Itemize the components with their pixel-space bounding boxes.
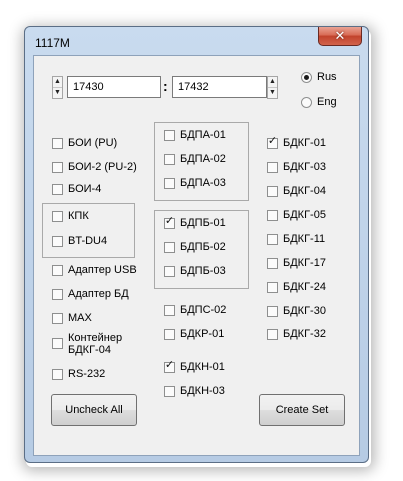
title-bar[interactable]: 1117M ✕ <box>25 27 368 55</box>
radio-label: Rus <box>317 71 337 83</box>
close-icon: ✕ <box>334 28 346 43</box>
radio-label: Eng <box>317 96 337 108</box>
spin-up-icon[interactable]: ▲ <box>268 77 277 88</box>
spin-down-icon[interactable]: ▼ <box>53 88 62 98</box>
check-icon: ✓ <box>267 135 278 147</box>
range-from-input[interactable]: 17430 <box>67 76 161 98</box>
to-spinner[interactable]: ▲ ▼ <box>267 76 278 99</box>
radio-button[interactable] <box>301 97 312 108</box>
main-window: 1117M ✕ ▲ ▼ 17430 : 17432 ▲ ▼ Rus Eng БО… <box>24 26 369 463</box>
from-spinner[interactable]: ▲ ▼ <box>52 76 63 99</box>
radio-button[interactable] <box>301 72 312 83</box>
range-separator: : <box>163 78 168 94</box>
spin-down-icon[interactable]: ▼ <box>268 88 277 98</box>
check-icon: ✓ <box>164 215 175 227</box>
check-icon: ✓ <box>164 359 175 371</box>
range-to-input[interactable]: 17432 <box>172 76 267 98</box>
uncheck-all-button[interactable]: Uncheck All <box>51 394 137 426</box>
spin-up-icon[interactable]: ▲ <box>53 77 62 88</box>
window-title: 1117M <box>35 36 70 50</box>
close-button[interactable]: ✕ <box>318 27 362 46</box>
create-set-button[interactable]: Create Set <box>259 394 345 426</box>
client-area: ▲ ▼ 17430 : 17432 ▲ ▼ Rus Eng БОИ (PU) Б… <box>33 55 360 456</box>
